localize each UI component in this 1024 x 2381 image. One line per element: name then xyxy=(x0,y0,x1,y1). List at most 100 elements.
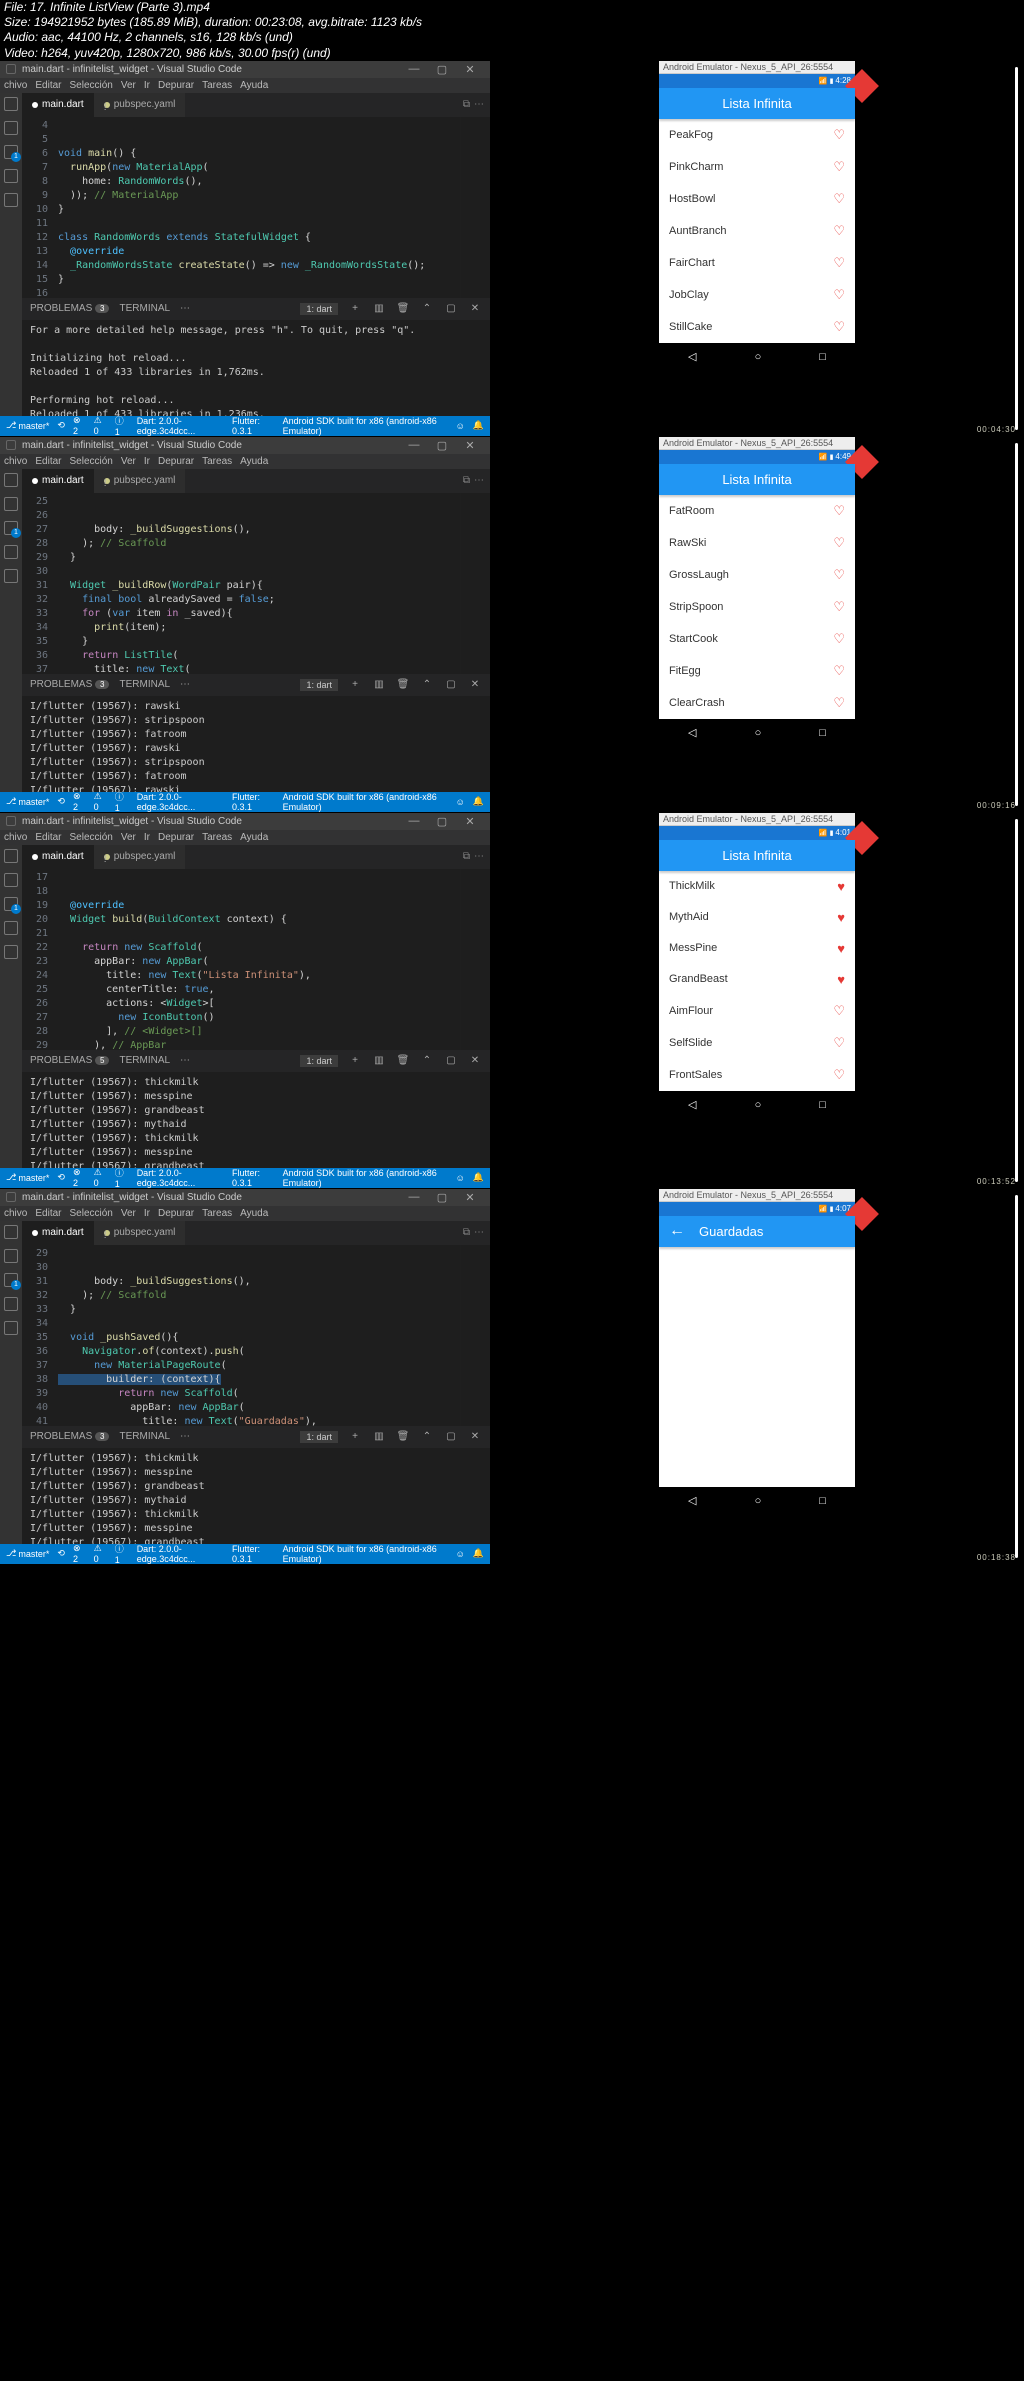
feedback-button[interactable]: ☺ xyxy=(456,1173,465,1183)
menu-archivo[interactable]: chivo xyxy=(4,80,27,91)
info-count[interactable]: ⓘ 1 xyxy=(115,1542,129,1565)
panel-tab-problems[interactable]: PROBLEMAS 3 xyxy=(30,679,109,690)
tab-pubspec[interactable]: !pubspec.yaml xyxy=(94,845,186,869)
panel-tab-terminal[interactable]: TERMINAL xyxy=(119,1055,170,1066)
terminal-dropdown[interactable]: 1: dart xyxy=(300,1431,338,1443)
maximize-button[interactable]: ▢ xyxy=(428,815,456,828)
minimize-button[interactable]: — xyxy=(400,815,428,827)
notifications-button[interactable]: 🔔 xyxy=(473,1548,484,1559)
explorer-icon[interactable] xyxy=(4,97,18,111)
tab-main-dart[interactable]: main.dart xyxy=(22,93,94,117)
back-arrow-icon[interactable]: ← xyxy=(669,1222,685,1240)
close-button[interactable]: ✕ xyxy=(456,1191,484,1204)
favorite-icon[interactable]: ♡ xyxy=(833,319,845,335)
flutter-version[interactable]: Flutter: 0.3.1 xyxy=(232,416,275,436)
panel-tab-terminal[interactable]: TERMINAL xyxy=(119,303,170,314)
dart-version[interactable]: Dart: 2.0.0-edge.3c4dcc... xyxy=(137,416,224,436)
list-item[interactable]: StripSpoon♡ xyxy=(659,591,855,623)
tab-pubspec[interactable]: !pubspec.yaml xyxy=(94,93,186,117)
favorite-icon[interactable]: ♥ xyxy=(837,972,845,987)
close-panel-button[interactable]: ✕ xyxy=(468,303,482,314)
menu-depurar[interactable]: Depurar xyxy=(158,832,194,843)
split-terminal-button[interactable]: ▥ xyxy=(372,1055,386,1066)
tab-main-dart[interactable]: main.dart xyxy=(22,845,94,869)
list-item[interactable]: PinkCharm♡ xyxy=(659,151,855,183)
tab-pubspec[interactable]: !pubspec.yaml xyxy=(94,1221,186,1245)
list-item[interactable]: StartCook♡ xyxy=(659,623,855,655)
close-panel-button[interactable]: ✕ xyxy=(468,1431,482,1442)
terminal-dropdown[interactable]: 1: dart xyxy=(300,1055,338,1067)
debug-icon[interactable] xyxy=(4,545,18,559)
menu-ayuda[interactable]: Ayuda xyxy=(240,1208,268,1219)
menu-ayuda[interactable]: Ayuda xyxy=(240,80,268,91)
maximize-panel-button[interactable]: ⌃ xyxy=(420,679,434,690)
split-terminal-button[interactable]: ▥ xyxy=(372,1431,386,1442)
tab-pubspec[interactable]: !pubspec.yaml xyxy=(94,469,186,493)
extensions-icon[interactable] xyxy=(4,193,18,207)
list-item[interactable]: FatRoom♡ xyxy=(659,495,855,527)
list-item[interactable]: ClearCrash♡ xyxy=(659,687,855,719)
recents-button[interactable]: □ xyxy=(819,727,826,739)
list-item[interactable]: RawSki♡ xyxy=(659,527,855,559)
menu-ir[interactable]: Ir xyxy=(144,832,150,843)
panel-tab-problems[interactable]: PROBLEMAS 3 xyxy=(30,303,109,314)
close-button[interactable]: ✕ xyxy=(456,439,484,452)
code-editor[interactable]: 29 30 31 32 33 34 35 36 37 38 39 40 41 4… xyxy=(22,1245,460,1426)
menu-tareas[interactable]: Tareas xyxy=(202,456,232,467)
code-editor[interactable]: 17 18 19 20 21 22 23 24 25 26 27 28 29 3… xyxy=(22,869,460,1050)
menu-ver[interactable]: Ver xyxy=(121,456,136,467)
list-item[interactable]: FrontSales♡ xyxy=(659,1059,855,1091)
favorite-icon[interactable]: ♡ xyxy=(833,535,845,551)
terminal[interactable]: I/flutter (19567): thickmilk I/flutter (… xyxy=(22,1072,490,1168)
favorite-icon[interactable]: ♡ xyxy=(833,503,845,519)
debug-icon[interactable] xyxy=(4,169,18,183)
split-editor-icon[interactable]: ⧉ xyxy=(463,1227,470,1238)
list-item[interactable]: PeakFog♡ xyxy=(659,119,855,151)
search-icon[interactable] xyxy=(4,1249,18,1263)
dart-version[interactable]: Dart: 2.0.0-edge.3c4dcc... xyxy=(137,792,224,812)
menu-depurar[interactable]: Depurar xyxy=(158,456,194,467)
menu-archivo[interactable]: chivo xyxy=(4,1208,27,1219)
favorite-icon[interactable]: ♡ xyxy=(833,663,845,679)
favorite-icon[interactable]: ♥ xyxy=(837,879,845,894)
minimize-button[interactable]: — xyxy=(400,439,428,451)
menu-editar[interactable]: Editar xyxy=(35,832,61,843)
menu-ir[interactable]: Ir xyxy=(144,80,150,91)
errors-count[interactable]: ⊗ 2 xyxy=(73,791,86,812)
minimize-button[interactable]: — xyxy=(400,1191,428,1203)
menu-depurar[interactable]: Depurar xyxy=(158,1208,194,1219)
info-count[interactable]: ⓘ 1 xyxy=(115,414,129,437)
recents-button[interactable]: □ xyxy=(819,1099,826,1111)
git-branch[interactable]: ⎇ master* xyxy=(6,1548,49,1559)
toggle-panel-button[interactable]: ▢ xyxy=(444,1431,458,1442)
minimap[interactable] xyxy=(460,869,490,1050)
list-item[interactable]: ThickMilk♥ xyxy=(659,871,855,902)
favorite-icon[interactable]: ♡ xyxy=(833,127,845,143)
more-icon[interactable]: ⋯ xyxy=(474,851,484,862)
notifications-button[interactable]: 🔔 xyxy=(473,1172,484,1183)
sync-button[interactable]: ⟲ xyxy=(57,1172,65,1183)
favorite-icon[interactable]: ♡ xyxy=(833,191,845,207)
home-button[interactable]: ○ xyxy=(755,1099,762,1111)
minimap[interactable] xyxy=(460,493,490,674)
menu-archivo[interactable]: chivo xyxy=(4,832,27,843)
tab-main-dart[interactable]: main.dart xyxy=(22,469,94,493)
close-panel-button[interactable]: ✕ xyxy=(468,679,482,690)
flutter-version[interactable]: Flutter: 0.3.1 xyxy=(232,1168,275,1188)
debug-icon[interactable] xyxy=(4,921,18,935)
minimap[interactable] xyxy=(460,117,490,298)
new-terminal-button[interactable]: + xyxy=(348,1431,362,1442)
scm-icon[interactable] xyxy=(4,145,18,159)
search-icon[interactable] xyxy=(4,873,18,887)
maximize-button[interactable]: ▢ xyxy=(428,63,456,76)
warnings-count[interactable]: ⚠ 0 xyxy=(94,415,107,436)
sync-button[interactable]: ⟲ xyxy=(57,1548,65,1559)
errors-count[interactable]: ⊗ 2 xyxy=(73,1167,86,1188)
maximize-button[interactable]: ▢ xyxy=(428,439,456,452)
favorite-icon[interactable]: ♡ xyxy=(833,1067,845,1083)
menu-editar[interactable]: Editar xyxy=(35,1208,61,1219)
list-item[interactable]: FitEgg♡ xyxy=(659,655,855,687)
menu-ayuda[interactable]: Ayuda xyxy=(240,456,268,467)
back-button[interactable]: ◁ xyxy=(688,1098,696,1111)
home-button[interactable]: ○ xyxy=(755,351,762,363)
